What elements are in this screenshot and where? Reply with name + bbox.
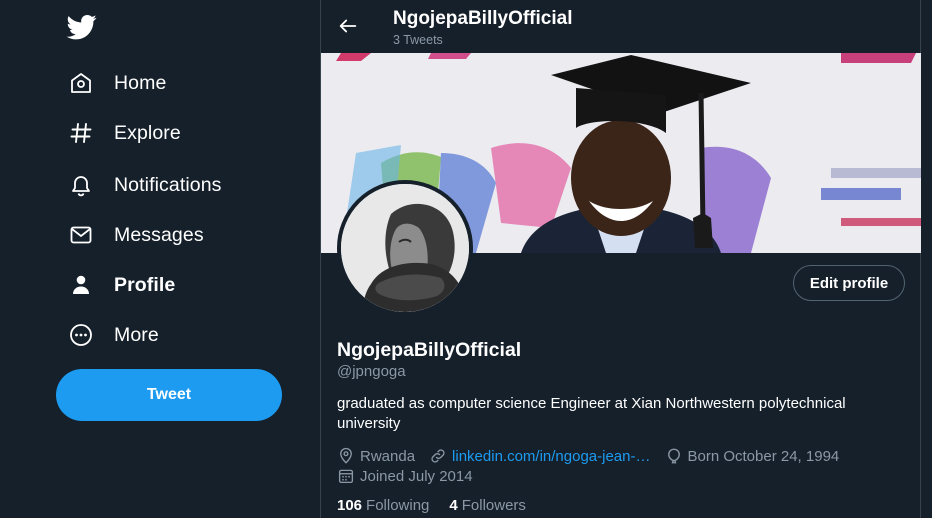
home-icon [68,70,94,96]
sidebar-item-notifications[interactable]: Notifications [56,163,276,207]
profile-header-bar: NgojepaBillyOfficial 3 Tweets [321,0,920,53]
sidebar-item-label: Notifications [114,173,222,196]
sidebar-item-home[interactable]: Home [56,61,276,105]
profile-website-link[interactable]: linkedin.com/in/ngoga-jean-… [452,448,650,465]
sidebar-item-label: Messages [114,223,204,246]
sidebar-item-label: Explore [114,121,181,144]
following-link[interactable]: 106 Following [337,497,429,514]
sidebar-item-label: Profile [114,273,176,296]
profile-column: NgojepaBillyOfficial 3 Tweets Edit profi… [320,0,921,518]
link-icon [429,447,447,465]
sidebar-item-messages[interactable]: Messages [56,213,276,257]
profile-meta-row: Rwanda linkedin.com/in/ngoga-jean-… Born… [337,447,853,465]
sidebar-item-label: More [114,323,159,346]
sidebar-item-explore[interactable]: Explore [56,111,276,155]
profile-joined-row: Joined July 2014 [337,467,487,485]
envelope-icon [68,222,94,248]
sidebar-item-profile[interactable]: Profile [56,263,276,307]
more-circle-icon [68,322,94,348]
tweet-button[interactable]: Tweet [56,369,282,421]
sidebar-item-label: Home [114,71,167,94]
profile-joined-text: Joined July 2014 [360,467,473,485]
balloon-icon [665,447,683,465]
profile-joined: Joined July 2014 [337,467,473,485]
header-tweet-count: 3 Tweets [393,33,443,47]
person-icon [68,272,94,298]
profile-bio: graduated as computer science Engineer a… [337,395,846,432]
profile-website[interactable]: linkedin.com/in/ngoga-jean-… [429,447,651,465]
avatar[interactable] [337,180,473,316]
back-arrow-icon[interactable] [337,15,359,37]
followers-count: 4 [449,497,458,514]
profile-display-name: NgojepaBillyOfficial [337,339,522,361]
profile-location: Rwanda [337,447,415,465]
twitter-bird-icon[interactable] [66,12,98,42]
bell-icon [68,172,94,198]
location-pin-icon [337,447,355,465]
profile-birthday-text: Born October 24, 1994 [687,447,840,465]
edit-profile-button[interactable]: Edit profile [793,265,905,301]
sidebar: Home Explore Notifications Messages Prof… [0,0,320,518]
profile-birthday: Born October 24, 1994 [665,447,840,465]
profile-handle: @jpngoga [337,363,406,380]
following-label: Following [366,497,430,514]
followers-label: Followers [461,497,526,514]
profile-location-text: Rwanda [360,447,416,465]
followers-link[interactable]: 4 Followers [449,497,526,514]
sidebar-item-more[interactable]: More [56,313,276,357]
follow-stats: 106 Following 4 Followers [337,497,546,514]
calendar-icon [337,467,355,485]
hashtag-icon [68,120,94,146]
following-count: 106 [337,497,363,514]
header-profile-name: NgojepaBillyOfficial [393,8,573,29]
